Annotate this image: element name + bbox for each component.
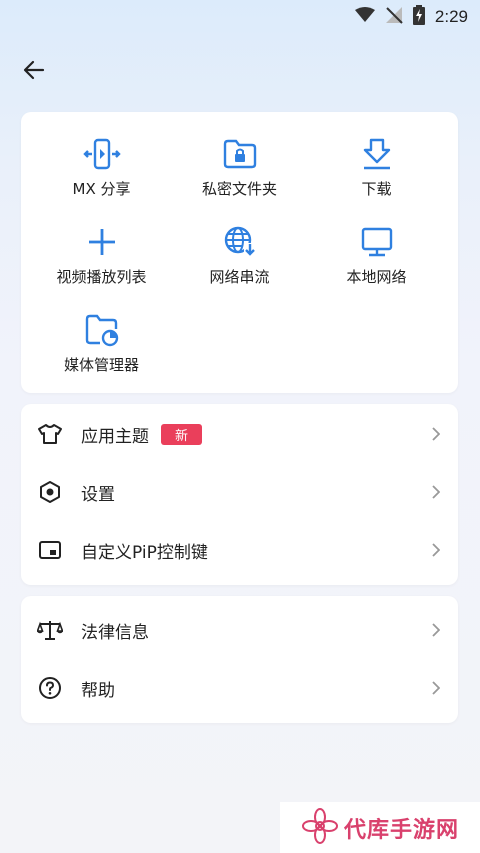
chevron-right-icon <box>430 484 442 500</box>
menu-item-app-theme[interactable]: 应用主题新 <box>21 405 458 463</box>
info-menu-card: 法律信息 帮助 <box>21 596 458 723</box>
chevron-right-icon <box>430 622 442 638</box>
scale-icon <box>37 617 63 643</box>
chevron-right-icon <box>430 542 442 558</box>
menu-item-custom-pip[interactable]: 自定义PiP控制键 <box>21 521 458 579</box>
grid-item-network-stream[interactable]: 网络串流 <box>167 222 312 287</box>
settings-menu-card: 应用主题新 设置 自定义PiP控制键 <box>21 404 458 585</box>
status-time: 2:29 <box>434 7 468 26</box>
settings-icon <box>37 479 63 505</box>
grid-label: 网络串流 <box>209 268 270 286</box>
no-signal-icon <box>385 6 403 28</box>
menu-label: 帮助 <box>81 680 115 701</box>
network-stream-icon <box>220 222 260 262</box>
wifi-icon <box>354 7 375 27</box>
chevron-right-icon <box>430 426 442 442</box>
grid-item-mx-share[interactable]: MX 分享 <box>29 134 174 199</box>
grid-label: 媒体管理器 <box>63 356 139 374</box>
grid-item-private-folder[interactable]: 私密文件夹 <box>167 134 312 199</box>
pip-icon <box>37 537 63 563</box>
grid-item-media-manager[interactable]: 媒体管理器 <box>29 310 174 375</box>
download-icon <box>357 134 397 174</box>
menu-label: 设置 <box>81 484 115 505</box>
chevron-right-icon <box>430 680 442 696</box>
tshirt-icon <box>37 421 63 447</box>
menu-label: 应用主题 <box>81 426 149 447</box>
grid-label: MX 分享 <box>72 180 131 198</box>
new-badge: 新 <box>161 423 203 445</box>
status-bar: 2:29 <box>0 0 480 34</box>
watermark: 代库手游网 <box>280 802 480 853</box>
menu-item-help[interactable]: 帮助 <box>21 659 458 717</box>
back-arrow-icon <box>23 60 45 80</box>
local-network-icon <box>357 222 397 262</box>
watermark-text: 代库手游网 <box>344 817 460 843</box>
mx-share-icon <box>82 134 122 174</box>
media-manager-icon <box>82 310 122 350</box>
menu-item-legal[interactable]: 法律信息 <box>21 601 458 659</box>
grid-label: 私密文件夹 <box>201 180 277 198</box>
menu-label: 法律信息 <box>81 622 149 643</box>
grid-item-download[interactable]: 下载 <box>304 134 449 199</box>
plus-icon <box>82 222 122 262</box>
flower-logo-icon <box>302 807 338 848</box>
features-card: MX 分享 私密文件夹 下载 视频播放列表 网络串流 本地网络 媒体管理器 <box>21 112 458 393</box>
grid-item-video-playlist[interactable]: 视频播放列表 <box>29 222 174 287</box>
back-button[interactable] <box>18 54 50 86</box>
private-folder-icon <box>220 134 260 174</box>
help-icon <box>37 675 63 701</box>
battery-charging-icon <box>412 5 425 29</box>
grid-item-local-network[interactable]: 本地网络 <box>304 222 449 287</box>
menu-label: 自定义PiP控制键 <box>81 542 208 563</box>
grid-label: 本地网络 <box>346 268 407 286</box>
menu-item-settings[interactable]: 设置 <box>21 463 458 521</box>
grid-label: 下载 <box>361 180 392 198</box>
grid-label: 视频播放列表 <box>56 268 147 286</box>
